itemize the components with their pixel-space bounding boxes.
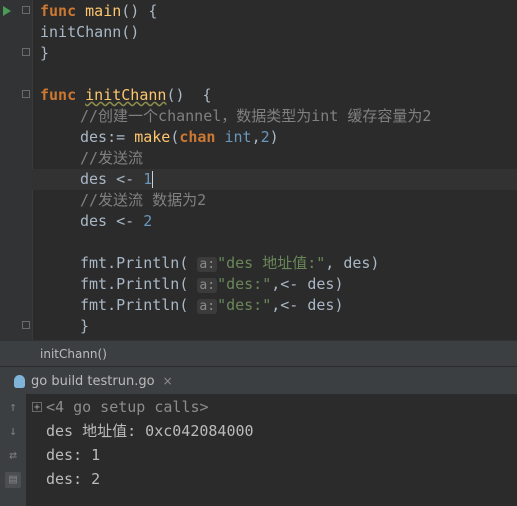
print-icon[interactable]: ▤ (5, 472, 21, 488)
code-line: fmt.Println( a: "des 地址值:", des) (80, 254, 380, 272)
arrow-down-icon[interactable]: ↓ (5, 424, 21, 440)
collapsed-setup-calls[interactable]: <4 go setup calls> (46, 396, 209, 418)
editor-gutter (0, 0, 33, 340)
code-editor[interactable]: func main() { initChann() } func initCha… (0, 0, 517, 340)
breadcrumb[interactable]: initChann() (40, 341, 107, 367)
parameter-hint: a: (197, 299, 218, 314)
console-output-line: des 地址值: 0xc042084000 (46, 422, 254, 440)
code-line: //发送流 (80, 149, 144, 167)
code-line: func initChann() { (40, 86, 212, 104)
fold-icon[interactable] (22, 48, 30, 56)
code-line: //创建一个channel，数据类型为int 缓存容量为2 (80, 107, 432, 125)
code-line: } (80, 317, 90, 335)
parameter-hint: a: (197, 257, 218, 272)
wrap-icon[interactable]: ⇄ (5, 448, 21, 464)
fold-icon[interactable] (22, 6, 30, 14)
code-line: } (40, 44, 50, 62)
run-tab-bar: go build testrun.go × (0, 366, 517, 396)
breadcrumb-bar: initChann() (0, 340, 517, 367)
run-console: <4 go setup calls> des 地址值: 0xc042084000… (0, 394, 517, 506)
parameter-hint: a: (197, 278, 218, 293)
console-toolstrip: ↑ ↓ ⇄ ▤ (0, 394, 27, 506)
code-line: fmt.Println( a: "des:",<- des) (80, 296, 344, 314)
run-tab-label: go build testrun.go (31, 373, 155, 389)
run-tab[interactable]: go build testrun.go × (14, 367, 173, 395)
console-output-line: des: 1 (46, 446, 101, 464)
go-gopher-icon (14, 374, 25, 388)
code-line: //发送流 数据为2 (80, 191, 207, 209)
code-line: des:= make(chan int,2) (80, 128, 279, 146)
text-caret (152, 171, 154, 188)
current-line: des <- 1 (32, 169, 517, 190)
arrow-up-icon[interactable]: ↑ (5, 400, 21, 416)
code-line: fmt.Println( a: "des:",<- des) (80, 275, 344, 293)
fold-icon[interactable] (22, 90, 30, 98)
code-line: des <- 2 (80, 212, 153, 230)
close-icon[interactable]: × (163, 374, 173, 388)
run-icon[interactable] (3, 6, 11, 16)
fold-icon[interactable] (22, 321, 30, 329)
expand-icon[interactable]: + (32, 402, 42, 413)
console-output-line: des: 2 (46, 470, 101, 488)
code-line: func main() { (40, 2, 158, 20)
code-line: initChann() (40, 23, 140, 41)
